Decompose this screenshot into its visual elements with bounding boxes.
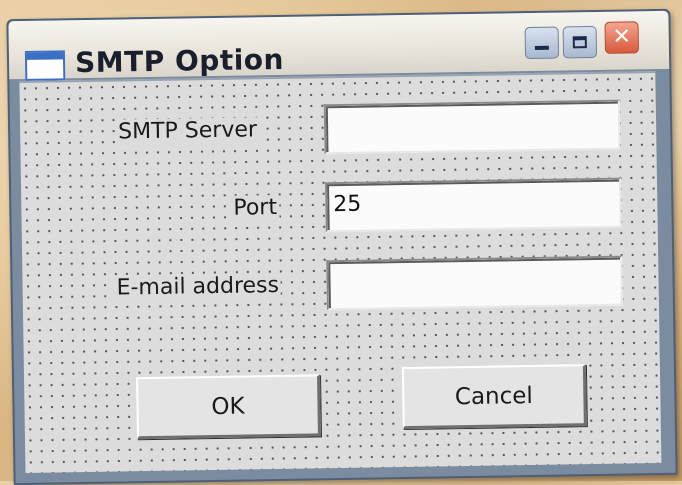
cancel-button[interactable]: Cancel (401, 364, 587, 430)
smtp-server-label: SMTP Server (115, 117, 260, 145)
title-bar[interactable]: SMTP Option ✕ (8, 10, 670, 81)
window-title: SMTP Option (74, 42, 285, 80)
ok-button[interactable]: OK (136, 374, 321, 440)
email-address-input[interactable] (326, 255, 623, 311)
email-address-label: E-mail address (114, 272, 282, 301)
close-button[interactable]: ✕ (604, 21, 639, 54)
port-input[interactable]: 25 (324, 177, 622, 233)
window-icon (24, 50, 66, 81)
close-icon: ✕ (612, 24, 632, 50)
minimize-icon (534, 45, 549, 50)
dialog-client-area: SMTP Server Port 25 E-mail address OK Ca… (19, 71, 662, 473)
port-label: Port (231, 194, 280, 221)
smtp-option-dialog: SMTP Option ✕ SMTP Server Port 25 E-mail… (6, 8, 678, 485)
minimize-button[interactable] (524, 26, 560, 60)
maximize-icon (572, 36, 587, 49)
maximize-button[interactable] (562, 25, 598, 59)
smtp-server-input[interactable] (323, 99, 621, 155)
